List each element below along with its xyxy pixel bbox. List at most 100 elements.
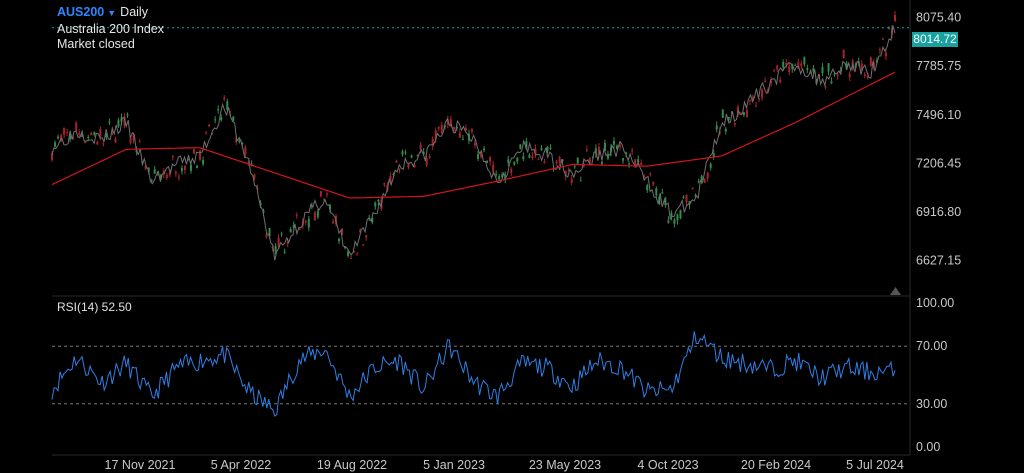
candle-body [649,173,652,175]
candle-body [114,138,117,143]
candle-body [782,61,785,68]
candle-body [537,158,540,160]
triangle-up-icon[interactable] [890,287,901,295]
candle-body [205,131,208,133]
candle-body [428,156,431,158]
candle-body [794,64,797,66]
rsi-tick-label: 70.00 [916,339,947,353]
candle-body [700,175,703,181]
rsi-indicator-label[interactable]: RSI(14) 52.50 [57,300,132,314]
candle-body [788,66,791,72]
candle-body [519,144,522,149]
candle-body [431,139,434,147]
candle-body [670,212,673,217]
candle-body [208,124,211,127]
candle-body [507,159,510,163]
candle-body [325,193,328,195]
symbol-name[interactable]: AUS200 [57,5,104,19]
symbol-header[interactable]: AUS200 ▼ Daily [57,5,148,20]
candle-body [223,97,226,100]
time-tick-label: 5 Jan 2023 [423,458,485,472]
candle-body [183,165,186,171]
candle-body [483,148,486,151]
candle-body [510,168,513,173]
candle-body [283,251,286,253]
candle-body [177,176,180,178]
candle-body [721,109,724,118]
candle-body [640,162,643,165]
candle-body [570,178,573,183]
time-tick-label: 23 May 2023 [529,458,601,472]
caret-down-icon[interactable]: ▼ [107,8,116,18]
candle-body [682,196,685,198]
candle-body [365,235,368,238]
candle-body [253,174,256,179]
candle-body [703,178,706,183]
candle-body [150,179,153,181]
candle-body [761,89,764,98]
candle-body [613,141,615,145]
candle-body [806,68,809,70]
candle-body [395,161,398,163]
candle-body [316,211,319,218]
market-status: Market closed [57,37,135,51]
candle-body [697,181,700,183]
candle-body [884,52,887,57]
candle-body [528,154,531,158]
candle-body [238,139,241,142]
candle-body [93,132,96,135]
candle-body [724,128,727,132]
candle-body [383,183,386,185]
price-axis: 8075.40 7785.75 7496.10 7206.45 6916.80 6627.… [916,11,961,268]
candle-body [748,100,751,102]
candle-body [410,155,413,158]
candle-body [733,123,736,125]
candle-body [189,164,192,171]
candle-body [289,228,292,233]
candle-body [437,126,440,129]
candle-body [848,73,851,78]
time-tick-label: 5 Apr 2022 [211,458,272,472]
candle-body [709,163,712,168]
rsi-tick-label: 0.00 [916,440,940,454]
candle-body [755,105,758,107]
price-line [51,25,896,261]
candle-body [827,63,830,72]
candle-body [776,65,779,70]
candle-body [543,161,546,164]
price-tick-label: 7496.10 [916,108,961,122]
price-tick-label: 7785.75 [916,59,961,73]
candle-body [881,38,884,40]
time-tick-label: 4 Oct 2023 [637,458,698,472]
candle-body [758,98,761,100]
candle-body [773,70,776,72]
candle-body [338,238,341,242]
candle-body [126,114,129,116]
candle-body [821,66,824,74]
candle-body [558,157,561,163]
candle-body [676,214,679,221]
candle-body [319,191,322,197]
candle-body [691,187,694,189]
price-tick-label: 7206.45 [916,156,961,170]
interval-label[interactable]: Daily [120,5,148,19]
candle-body [419,144,422,150]
candle-body [54,142,57,147]
candle-body [244,147,247,155]
candle-body [78,132,81,135]
candle-body [398,168,401,170]
candle-body [673,219,676,224]
candle-body [546,146,549,151]
candle-body [495,173,498,175]
candle-body [646,185,649,191]
candle-body [117,120,120,127]
candle-body [220,117,223,121]
candle-body [196,165,199,168]
candle-body [295,214,298,216]
candle-body [99,129,102,137]
time-axis[interactable]: 17 Nov 2021 5 Apr 2022 19 Aug 2022 5 Jan 20… [105,458,904,472]
candle-body [138,141,141,143]
time-tick-label: 19 Aug 2022 [317,458,387,472]
chart-root: 8075.40 7785.75 7496.10 7206.45 6916.80 6627.… [51,0,961,472]
candle-body [863,74,866,77]
